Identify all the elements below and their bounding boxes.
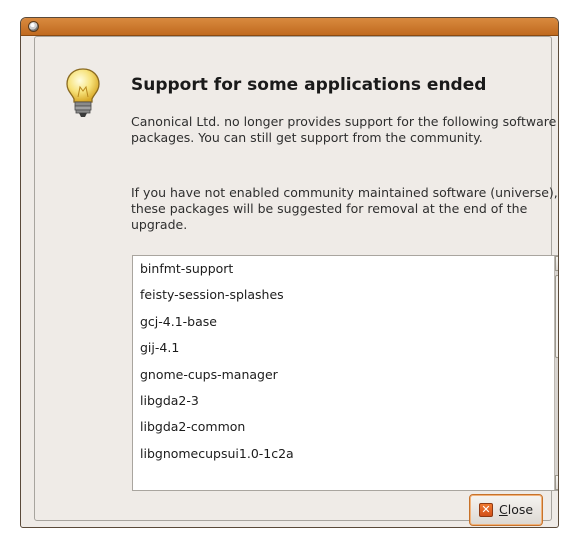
close-icon: ✕ [479, 503, 493, 517]
package-row[interactable]: binfmt-support [133, 256, 553, 282]
package-row[interactable]: feisty-session-splashes [133, 282, 553, 308]
package-list[interactable]: binfmt-support feisty-session-splashes g… [132, 255, 558, 491]
title-bar[interactable] [21, 18, 558, 36]
package-row[interactable]: libgnomecupsui1.0-1c2a [133, 441, 553, 467]
info-paragraph-removal: If you have not enabled community mainta… [131, 185, 558, 232]
package-row[interactable]: gcj-4.1-base [133, 309, 553, 335]
lightbulb-icon [66, 68, 100, 117]
dialog-window: Support for some applications ended Cano… [20, 17, 559, 528]
package-row[interactable]: gij-4.1 [133, 335, 553, 361]
close-button[interactable]: ✕ Close [469, 494, 543, 526]
scroll-down-arrow-icon[interactable]: ▼ [555, 475, 558, 490]
dialog-heading: Support for some applications ended [131, 75, 487, 95]
vertical-scrollbar[interactable]: ▲ ▼ [554, 256, 558, 490]
dialog-content: Support for some applications ended Cano… [34, 36, 558, 526]
package-row[interactable]: gnome-cups-manager [133, 362, 553, 388]
scroll-up-arrow-icon[interactable]: ▲ [555, 256, 558, 271]
close-mnemonic: C [499, 502, 508, 517]
window-icon[interactable] [28, 21, 39, 32]
scrollbar-thumb[interactable] [555, 275, 558, 358]
close-button-label: Close [499, 502, 533, 517]
package-list-rows: binfmt-support feisty-session-splashes g… [133, 256, 553, 467]
package-row[interactable]: libgda2-3 [133, 388, 553, 414]
info-paragraph-support: Canonical Ltd. no longer provides suppor… [131, 114, 557, 145]
close-label-rest: lose [507, 502, 534, 517]
package-row[interactable]: libgda2-common [133, 414, 553, 440]
